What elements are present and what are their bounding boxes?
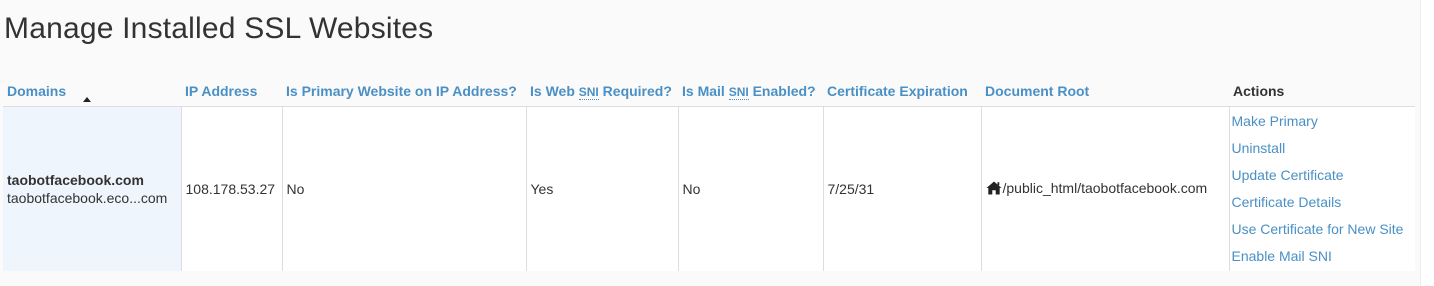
column-header-actions-label: Actions [1233,83,1285,99]
certificate-details-link[interactable]: Certificate Details [1232,189,1412,216]
mail-sni-suffix: Enabled? [752,83,816,99]
home-icon [986,181,1001,195]
use-certificate-new-site-link[interactable]: Use Certificate for New Site [1232,216,1412,243]
ip-address-cell: 108.178.53.27 [181,106,283,271]
page-title: Manage Installed SSL Websites [4,12,434,45]
column-header-ip-address-label: IP Address [185,83,258,99]
is-primary-cell: No [282,106,527,271]
column-header-document-root[interactable]: Document Root [981,76,1229,107]
web-sni-cell: Yes [526,106,679,271]
mail-sni-value: No [682,181,701,197]
column-header-cert-expiration-label: Certificate Expiration [827,83,968,99]
ssl-websites-table: Domains IP Address Is Primary Website on… [3,76,1415,271]
column-header-web-sni-required[interactable]: Is Web SNI Required? [526,76,678,107]
column-header-actions: Actions [1229,76,1415,107]
sort-ascending-icon [83,97,91,102]
is-primary-value: No [286,181,305,197]
column-header-mail-sni-enabled[interactable]: Is Mail SNI Enabled? [678,76,823,107]
document-root-path: /public_html/taobotfacebook.com [1002,180,1208,196]
document-root: /public_html/taobotfacebook.com [986,180,1208,196]
mail-sni-abbr: SNI [728,85,749,100]
mail-sni-prefix: Is Mail [682,83,725,99]
column-header-is-primary-label: Is Primary Website on IP Address? [286,83,517,99]
column-header-cert-expiration[interactable]: Certificate Expiration [823,76,981,107]
domain-name: taobotfacebook.com [7,172,144,188]
column-header-ip-address[interactable]: IP Address [181,76,282,107]
column-header-domains[interactable]: Domains [3,76,181,107]
web-sni-abbr: SNI [578,85,599,100]
document-root-cell: /public_html/taobotfacebook.com [981,106,1230,271]
web-sni-value: Yes [530,181,554,197]
web-sni-prefix: Is Web [530,83,575,99]
column-header-is-primary[interactable]: Is Primary Website on IP Address? [282,76,526,107]
column-header-domains-label: Domains [7,83,67,99]
table-header-row: Domains IP Address Is Primary Website on… [3,76,1415,107]
domain-alias: taobotfacebook.eco...com [7,190,168,206]
enable-mail-sni-link[interactable]: Enable Mail SNI [1232,243,1412,270]
cert-expiration-value: 7/25/31 [827,181,875,197]
uninstall-link[interactable]: Uninstall [1232,135,1412,162]
actions-cell: Make Primary Uninstall Update Certificat… [1229,106,1415,271]
web-sni-suffix: Required? [602,83,672,99]
table-row: taobotfacebook.com taobotfacebook.eco...… [3,106,1415,271]
cert-expiration-cell: 7/25/31 [823,106,982,271]
make-primary-link[interactable]: Make Primary [1232,108,1412,135]
ip-address-value: 108.178.53.27 [185,181,276,197]
mail-sni-cell: No [678,106,824,271]
ssl-manager-page: Manage Installed SSL Websites Domains IP… [0,0,1421,286]
update-certificate-link[interactable]: Update Certificate [1232,162,1412,189]
domain-cell: taobotfacebook.com taobotfacebook.eco...… [3,106,182,271]
column-header-document-root-label: Document Root [985,83,1090,99]
